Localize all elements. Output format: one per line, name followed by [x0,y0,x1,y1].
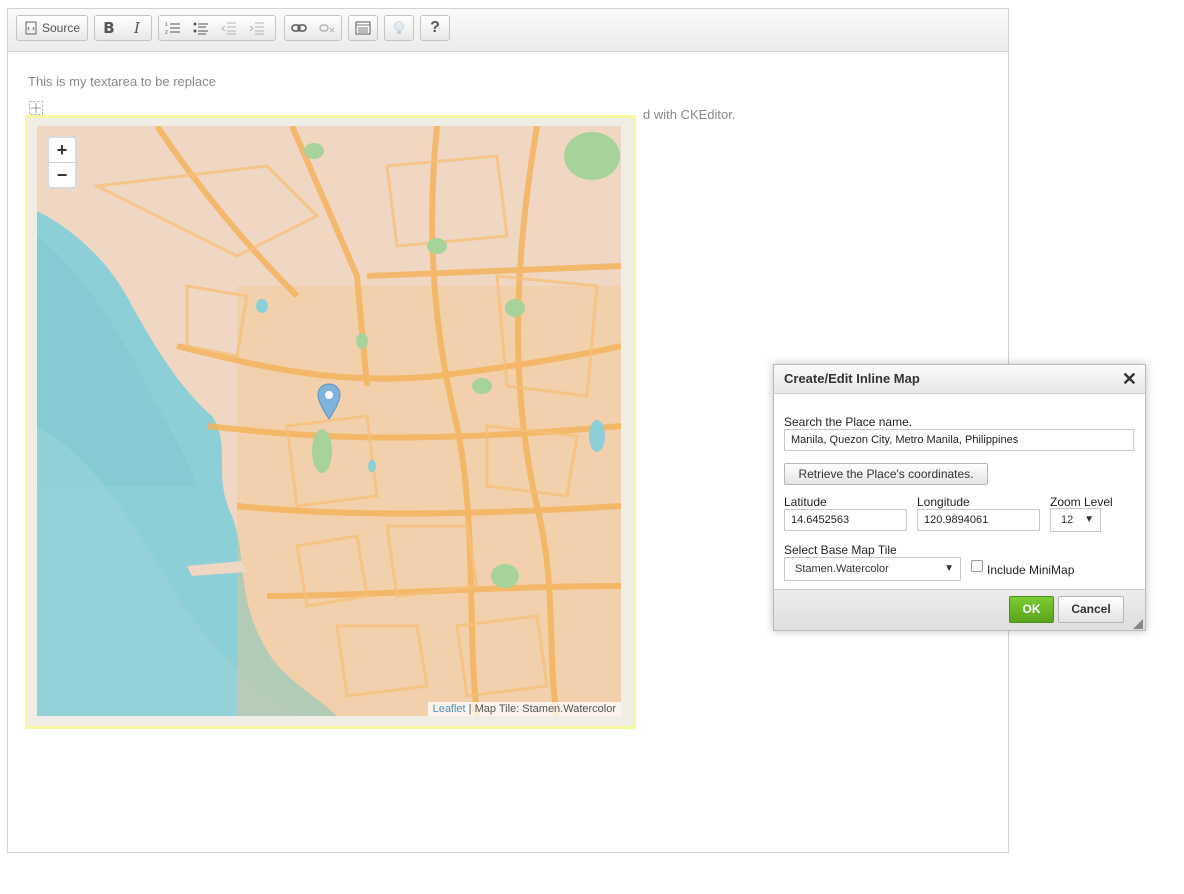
bulleted-list-button[interactable] [187,16,215,40]
italic-button[interactable]: I [123,16,151,40]
bulleted-list-icon [193,22,208,35]
resize-handle-icon[interactable] [1133,618,1143,629]
longitude-label: Longitude [917,495,970,509]
dialog-titlebar[interactable]: Create/Edit Inline Map ✕ [774,365,1145,394]
indent-icon [249,22,264,35]
unlink-button[interactable] [313,16,341,40]
zoom-level-select[interactable]: 12 ▼ [1050,508,1101,532]
inline-map-dialog: Create/Edit Inline Map ✕ Search the Plac… [773,364,1146,631]
help-button[interactable]: ? [421,16,449,40]
widget-drag-handle-icon[interactable] [29,101,43,115]
zoom-out-button[interactable]: − [49,163,75,187]
minimap-checkbox[interactable] [971,560,983,572]
chevron-down-icon: ▼ [1084,514,1094,525]
map-widget[interactable]: + − Leaflet | Map Tile: Stamen.Watercolo… [25,115,636,729]
minimap-label: Include MiniMap [987,563,1075,577]
numbered-list-button[interactable]: 12 [159,16,187,40]
map-canvas[interactable]: + − Leaflet | Map Tile: Stamen.Watercolo… [37,126,621,716]
zoom-in-button[interactable]: + [49,138,75,163]
search-label: Search the Place name. [784,415,913,429]
retrieve-coordinates-button[interactable]: Retrieve the Place's coordinates. [784,463,988,485]
toolbar-group-tools [384,15,414,41]
toolbar-group-lists: 12 [158,15,276,41]
dialog-title: Create/Edit Inline Map [784,371,920,386]
basemap-label: Select Base Map Tile [784,543,897,557]
toolbar-group-insert [348,15,378,41]
basemap-select[interactable]: Stamen.Watercolor ▼ [784,557,961,581]
chevron-down-icon: ▼ [944,563,954,574]
lightbulb-icon [394,21,404,34]
editor-toolbar: Source B I 12 ? [8,9,1008,52]
link-icon [291,24,307,32]
decrease-indent-button[interactable] [215,16,243,40]
source-icon [25,21,37,35]
source-label: Source [41,21,81,35]
close-icon[interactable]: ✕ [1122,365,1137,393]
map-zoom-control: + − [47,136,77,189]
toolbar-group-basic: B I [94,15,152,41]
bold-button[interactable]: B [95,16,123,40]
insert-map-button[interactable] [349,16,377,40]
svg-text:2: 2 [165,30,168,35]
dialog-footer: OK Cancel [774,589,1145,630]
map-widget-icon [355,21,371,35]
longitude-input[interactable]: 120.9894061 [917,509,1040,531]
numbered-list-icon: 12 [165,22,180,35]
map-attribution: Leaflet | Map Tile: Stamen.Watercolor [427,702,621,716]
increase-indent-button[interactable] [243,16,271,40]
leaflet-link[interactable]: Leaflet [433,703,466,715]
outdent-icon [221,22,236,35]
basemap-value: Stamen.Watercolor [795,563,889,575]
cancel-button[interactable]: Cancel [1058,596,1124,623]
content-text-line1: This is my textarea to be replace [28,74,216,89]
unlink-icon [319,24,335,33]
toolbar-group-links [284,15,342,41]
map-marker-icon[interactable] [317,383,341,421]
zoom-level-label: Zoom Level [1050,495,1113,509]
link-button[interactable] [285,16,313,40]
svg-text:1: 1 [165,22,168,28]
zoom-level-value: 12 [1061,514,1074,526]
ok-button[interactable]: OK [1009,596,1054,623]
toolbar-group-document: Source [16,15,88,41]
latitude-label: Latitude [784,495,827,509]
attribution-text: | Map Tile: Stamen.Watercolor [465,703,616,715]
tips-button[interactable] [385,16,413,40]
latitude-input[interactable]: 14.6452563 [784,509,907,531]
content-text-line2: d with CKEditor. [643,107,736,122]
search-input[interactable]: Manila, Quezon City, Metro Manila, Phili… [784,429,1134,451]
source-button[interactable]: Source [17,16,87,40]
toolbar-group-help: ? [420,15,450,41]
